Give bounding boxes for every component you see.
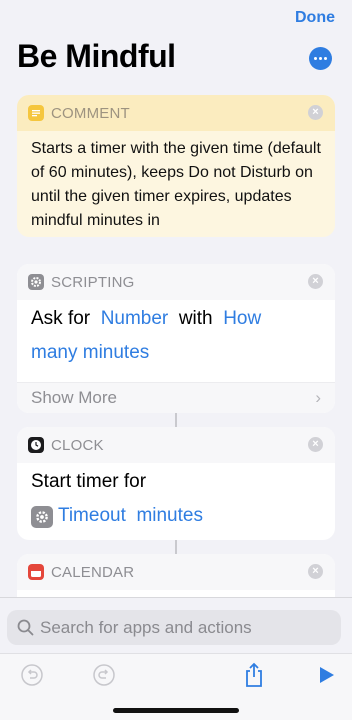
action-connector-word: with: [178, 308, 213, 329]
action-verb: Start timer for: [31, 471, 147, 492]
show-more-button[interactable]: Show More ›: [17, 382, 335, 413]
search-input[interactable]: Search for apps and actions: [7, 610, 341, 645]
share-icon[interactable]: [240, 661, 268, 689]
comment-text[interactable]: Starts a timer with the given time (defa…: [17, 131, 335, 233]
remove-action-icon[interactable]: ×: [308, 274, 323, 289]
prompt-token[interactable]: How: [223, 308, 261, 329]
play-icon[interactable]: [312, 661, 340, 689]
gear-icon: [28, 274, 44, 290]
home-indicator: [113, 708, 239, 713]
done-button[interactable]: Done: [295, 9, 335, 27]
remove-action-icon[interactable]: ×: [308, 437, 323, 452]
comment-icon: [28, 105, 44, 121]
action-parameters: Ask for Number with How many minutes: [17, 300, 335, 370]
show-more-label: Show More: [31, 388, 117, 407]
calendar-category-label: CALENDAR: [51, 563, 135, 581]
clock-icon: [28, 437, 44, 453]
start-timer-action-card[interactable]: CLOCK × Start timer for Timeout minutes: [17, 427, 335, 540]
input-type-token[interactable]: Number: [101, 308, 169, 329]
calendar-icon: [28, 564, 44, 580]
flow-connector: [175, 413, 177, 427]
action-search-bar: Search for apps and actions: [0, 597, 352, 653]
comment-action-card[interactable]: COMMENT × Starts a timer with the given …: [17, 95, 335, 237]
action-parameters: Start timer for Timeout minutes: [17, 463, 335, 533]
ask-for-input-action-card[interactable]: SCRIPTING × Ask for Number with How many…: [17, 264, 335, 413]
clock-header: CLOCK ×: [17, 427, 335, 463]
timeout-variable-token[interactable]: Timeout: [58, 505, 126, 526]
prompt-token-continued[interactable]: many minutes: [31, 342, 149, 363]
undo-icon[interactable]: [18, 661, 46, 689]
comment-header: COMMENT ×: [17, 95, 335, 131]
action-verb: Ask for: [31, 308, 91, 329]
remove-action-icon[interactable]: ×: [308, 564, 323, 579]
flow-connector: [175, 540, 177, 554]
remove-action-icon[interactable]: ×: [308, 105, 323, 120]
search-placeholder: Search for apps and actions: [40, 617, 252, 637]
search-icon: [17, 619, 34, 636]
scripting-header: SCRIPTING ×: [17, 264, 335, 300]
scripting-category-label: SCRIPTING: [51, 273, 135, 291]
comment-category-label: COMMENT: [51, 104, 130, 122]
calendar-header: CALENDAR ×: [17, 554, 335, 590]
clock-category-label: CLOCK: [51, 436, 104, 454]
redo-icon[interactable]: [90, 661, 118, 689]
unit-token[interactable]: minutes: [136, 505, 203, 526]
page-title: Be Mindful: [17, 38, 176, 74]
gear-icon: [31, 506, 53, 528]
chevron-right-icon: ›: [315, 388, 321, 407]
ellipsis-circle-icon[interactable]: [309, 47, 332, 70]
